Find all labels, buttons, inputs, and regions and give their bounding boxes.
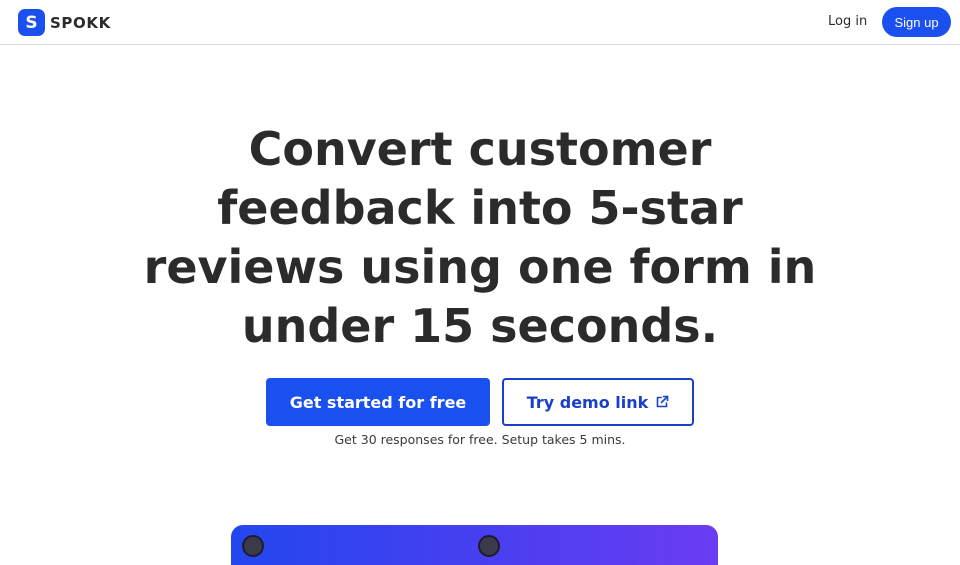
brand-home-link[interactable]: S SPOKK <box>18 9 111 36</box>
brand-name: SPOKK <box>50 13 111 32</box>
try-demo-label: Try demo link <box>526 392 649 412</box>
top-navbar: S SPOKK Log in Sign up <box>0 0 960 45</box>
product-preview-card <box>231 525 718 565</box>
try-demo-button[interactable]: Try demo link <box>502 378 694 426</box>
external-link-icon <box>655 395 669 409</box>
preview-avatar-icon <box>478 535 500 557</box>
brand-logo-icon: S <box>18 9 45 36</box>
login-link[interactable]: Log in <box>828 14 867 29</box>
pricing-note: Get 30 responses for free. Setup takes 5… <box>334 432 626 447</box>
signup-button[interactable]: Sign up <box>882 7 951 37</box>
preview-avatar-icon <box>242 535 264 557</box>
get-started-button[interactable]: Get started for free <box>266 378 490 426</box>
hero-title: Convert customer feedback into 5-star re… <box>143 122 817 353</box>
get-started-label: Get started for free <box>289 392 467 412</box>
